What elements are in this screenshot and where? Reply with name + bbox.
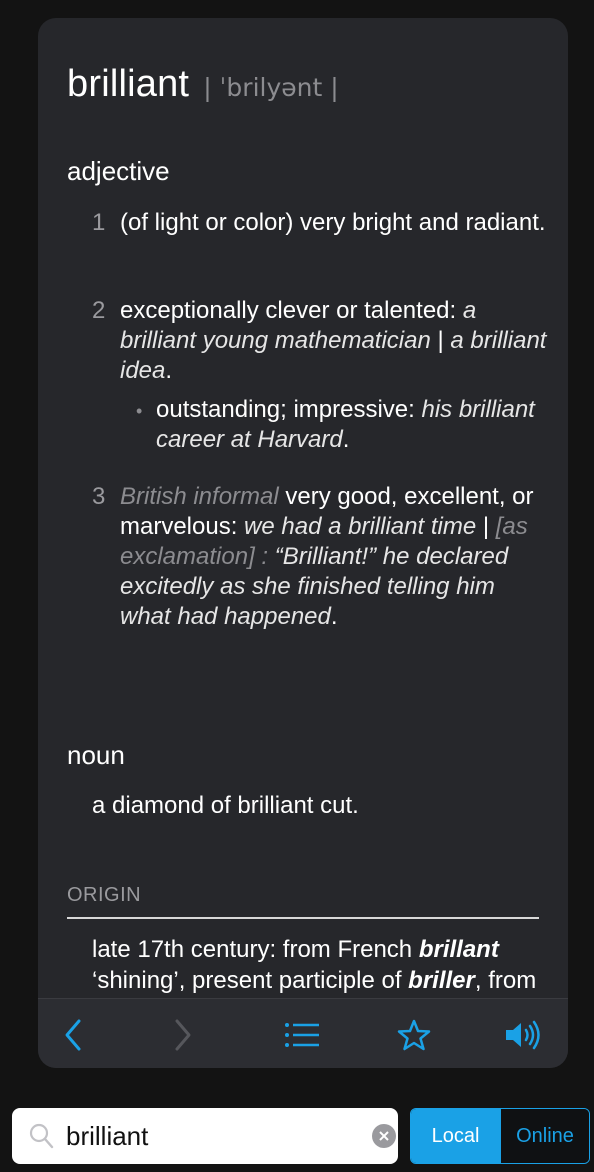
noun-definition: a diamond of brilliant cut.: [92, 792, 359, 819]
origin-text: late 17th century: from French brillant …: [92, 936, 537, 994]
headword: brilliant: [67, 63, 190, 105]
star-icon: [397, 1019, 431, 1051]
sense-number: 2: [92, 297, 106, 324]
search-input[interactable]: [66, 1118, 356, 1154]
source-toggle: Local Online: [410, 1108, 590, 1164]
register-label: British informal: [120, 483, 279, 510]
subsense: • outstanding; impressive: his brilliant…: [134, 395, 554, 455]
pos-adjective: adjective: [67, 156, 170, 186]
sense-number: 3: [92, 483, 106, 510]
search-icon: [29, 1123, 54, 1149]
clear-search-button[interactable]: [372, 1124, 396, 1148]
divider: [67, 917, 539, 919]
sense-definition: (of light or color) very bright and radi…: [120, 209, 546, 236]
sense-definition: British informal very good, excellent, o…: [120, 483, 534, 630]
entry-content[interactable]: brilliant | ˈbrilyənt | adjective 1 (of l…: [38, 18, 568, 998]
origin-label: ORIGIN: [67, 884, 142, 906]
entry-card: brilliant | ˈbrilyənt | adjective 1 (of l…: [38, 18, 568, 1068]
search-bar[interactable]: [12, 1108, 398, 1164]
list-icon: [285, 1023, 319, 1047]
etymon: briller: [408, 967, 475, 994]
chevron-right-icon: [175, 1019, 191, 1051]
etymon: brillant: [418, 936, 499, 963]
sense-2: 2 exceptionally clever or talented: a br…: [92, 296, 552, 386]
sense-definition: exceptionally clever or talented: a bril…: [120, 297, 547, 384]
example: we had a brilliant time: [244, 513, 477, 540]
pronounce-button[interactable]: [500, 1013, 544, 1057]
favorite-button[interactable]: [392, 1013, 436, 1057]
sense-3: 3 British informal very good, excellent,…: [92, 482, 552, 632]
bullet: •: [136, 401, 143, 421]
list-button[interactable]: [280, 1013, 324, 1057]
back-button[interactable]: [52, 1013, 96, 1057]
subsense-definition: outstanding; impressive: his brilliant c…: [156, 396, 535, 453]
local-button[interactable]: Local: [411, 1109, 500, 1163]
sense-1: 1 (of light or color) very bright and ra…: [92, 208, 552, 238]
bottom-toolbar: [38, 998, 568, 1068]
pos-noun: noun: [67, 740, 125, 770]
pronunciation: | ˈbrilyənt |: [203, 73, 339, 102]
chevron-left-icon: [65, 1019, 81, 1051]
online-button[interactable]: Online: [500, 1109, 589, 1163]
close-icon: [379, 1131, 389, 1141]
speaker-icon: [506, 1020, 540, 1050]
forward-button[interactable]: [160, 1013, 204, 1057]
sense-number: 1: [92, 209, 106, 236]
headword-row: brilliant | ˈbrilyənt |: [67, 63, 339, 106]
